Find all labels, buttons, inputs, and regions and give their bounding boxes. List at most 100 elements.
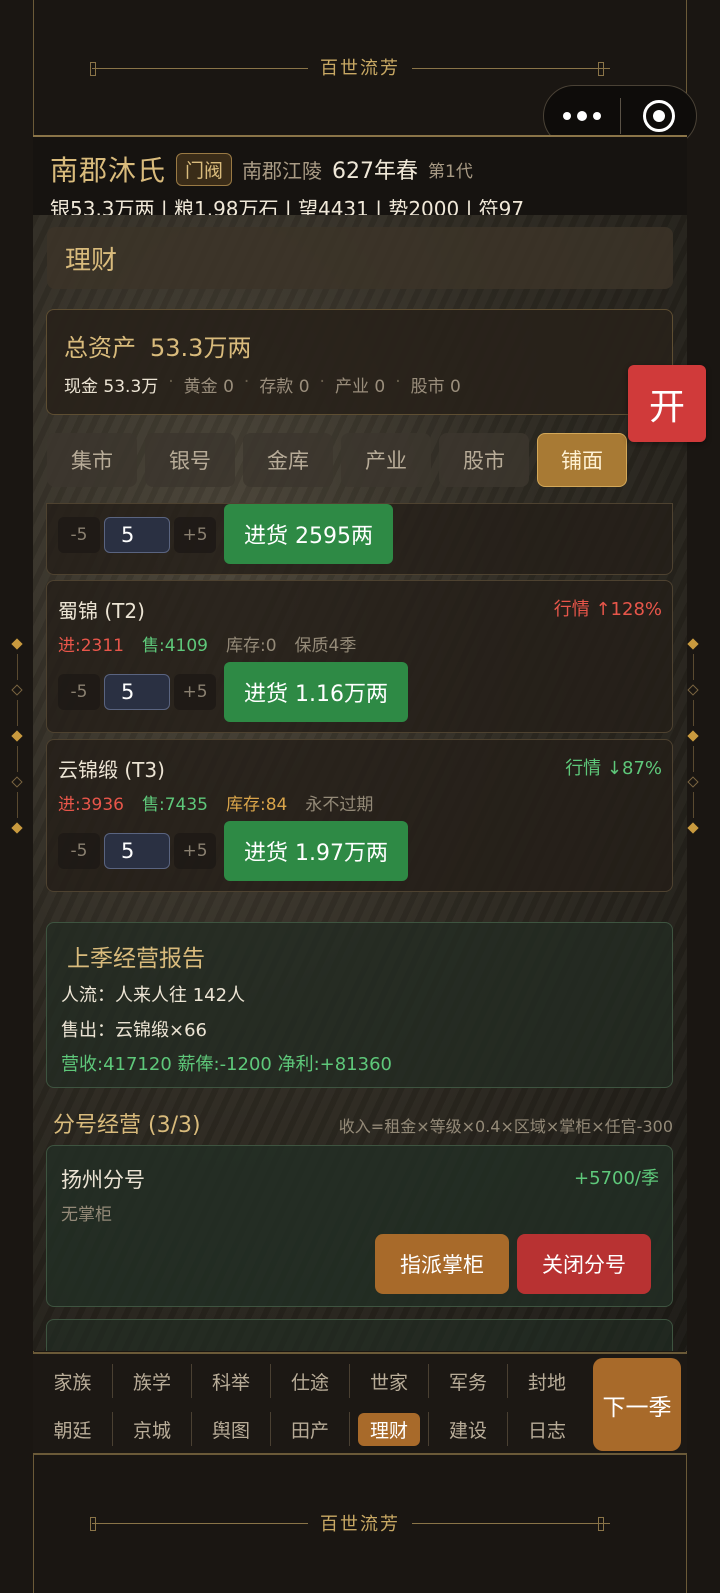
banner-cap-left xyxy=(90,62,96,76)
shop-item-partial: -5 5 +5 进货 2595两 xyxy=(46,503,673,575)
quantity-stepper: -5 5 +5 xyxy=(58,517,216,553)
branch-manager: 无掌柜 xyxy=(61,1205,112,1225)
asset-breakdown: 现金 53.3万 · 黄金 0 · 存款 0 · 产业 0 · 股市 0 xyxy=(64,372,461,397)
market-trend: 行情 ↓87% xyxy=(565,758,662,779)
tab-treasury[interactable]: 金库 xyxy=(243,433,333,487)
banner-cap-left xyxy=(90,1517,96,1531)
quantity-input[interactable]: 5 xyxy=(104,674,170,710)
assign-manager-button[interactable]: 指派掌柜 xyxy=(375,1234,509,1294)
market-trend: 行情 ↑128% xyxy=(553,599,662,620)
quantity-stepper: -5 5 +5 xyxy=(58,674,216,710)
branch-card: 扬州分号 +5700/季 无掌柜 指派掌柜 关闭分号 xyxy=(46,1145,673,1307)
asset-cash: 现金 53.3万 xyxy=(64,377,159,397)
current-season: 627年春 xyxy=(332,159,419,184)
shelf-life: 保质4季 xyxy=(294,636,357,656)
tab-market[interactable]: 集市 xyxy=(47,433,137,487)
branch-section-title: 分号经营 (3/3) xyxy=(53,1113,201,1138)
decrease-button[interactable]: -5 xyxy=(58,674,100,710)
nav-military[interactable]: 军务 xyxy=(428,1364,507,1398)
open-button[interactable]: 开 xyxy=(628,365,706,442)
banner-title: 百世流芳 xyxy=(308,1510,412,1536)
nav-fief[interactable]: 封地 xyxy=(507,1364,586,1398)
rank-badge: 门阀 xyxy=(176,152,233,186)
total-assets-value: 53.3万两 xyxy=(150,334,252,362)
section-title: 理财 xyxy=(47,227,673,289)
increase-button[interactable]: +5 xyxy=(174,833,216,869)
home-place: 南郡江陵 xyxy=(242,158,323,183)
branch-section-header: 分号经营 (3/3) 收入=租金×等级×0.4×区域×掌柜×任官-300 xyxy=(53,1107,673,1139)
increase-button[interactable]: +5 xyxy=(174,674,216,710)
item-stats: 进:2311 售:4109 库存:0 保质4季 xyxy=(58,631,356,656)
asset-deposit: 存款 0 xyxy=(259,377,310,397)
decrease-button[interactable]: -5 xyxy=(58,517,100,553)
income-formula: 收入=租金×等级×0.4×区域×掌柜×任官-300 xyxy=(338,1117,673,1136)
left-side-ornament xyxy=(11,638,23,834)
generation-label: 第1代 xyxy=(428,161,473,182)
nav-log[interactable]: 日志 xyxy=(507,1412,586,1446)
shop-item: 蜀锦 (T2) 行情 ↑128% 进:2311 售:4109 库存:0 保质4季… xyxy=(46,580,673,733)
nav-map[interactable]: 舆图 xyxy=(191,1412,270,1446)
nav-row-1: 家族 族学 科举 仕途 世家 军务 封地 xyxy=(33,1364,586,1398)
restock-button[interactable]: 进货 1.97万两 xyxy=(224,821,408,881)
nav-capital[interactable]: 京城 xyxy=(112,1412,191,1446)
finance-tabs: 集市 银号 金库 产业 股市 铺面 xyxy=(47,433,627,487)
banner-cap-right xyxy=(598,1517,604,1531)
report-title: 上季经营报告 xyxy=(67,946,205,972)
sell-price: 售:4109 xyxy=(142,636,208,656)
nav-row-2: 朝廷 京城 舆图 田产 理财 建设 日志 xyxy=(33,1412,586,1446)
close-branch-button[interactable]: 关闭分号 xyxy=(517,1234,651,1294)
item-name: 蜀锦 (T2) xyxy=(58,599,145,623)
item-stats: 进:3936 售:7435 库存:84 永不过期 xyxy=(58,790,373,815)
branch-card-partial xyxy=(46,1319,673,1351)
tab-stock[interactable]: 股市 xyxy=(439,433,529,487)
nav-farmland[interactable]: 田产 xyxy=(270,1412,349,1446)
family-name: 南郡沐氏 xyxy=(50,154,167,187)
asset-gold: 黄金 0 xyxy=(183,377,234,397)
tab-bank[interactable]: 银号 xyxy=(145,433,235,487)
more-menu-icon[interactable] xyxy=(544,110,620,121)
banner-cap-right xyxy=(598,62,604,76)
stock-count: 库存:0 xyxy=(226,636,277,656)
stock-count: 库存:84 xyxy=(226,795,288,815)
next-season-button[interactable]: 下一季 xyxy=(593,1358,681,1451)
increase-button[interactable]: +5 xyxy=(174,517,216,553)
buy-price: 进:2311 xyxy=(58,636,124,656)
asset-stocks: 股市 0 xyxy=(410,377,461,397)
nav-exam[interactable]: 科举 xyxy=(191,1364,270,1398)
nav-clans[interactable]: 世家 xyxy=(349,1364,428,1398)
nav-family[interactable]: 家族 xyxy=(33,1364,112,1398)
nav-court[interactable]: 朝廷 xyxy=(33,1412,112,1446)
quantity-input[interactable]: 5 xyxy=(104,517,170,553)
nav-finance[interactable]: 理财 xyxy=(349,1412,428,1446)
report-summary: 营收:417120 薪俸:-1200 净利:+81360 xyxy=(61,1054,392,1075)
decrease-button[interactable]: -5 xyxy=(58,833,100,869)
nav-school[interactable]: 族学 xyxy=(112,1364,191,1398)
close-miniprogram-button[interactable] xyxy=(621,100,696,132)
right-side-ornament xyxy=(687,638,699,834)
family-header: 南郡沐氏 门阀 南郡江陵 627年春 第1代 银53.3万两 | 粮1.98万石… xyxy=(33,135,687,221)
asset-property: 产业 0 xyxy=(334,377,386,397)
target-icon xyxy=(642,100,675,132)
quantity-input[interactable]: 5 xyxy=(104,833,170,869)
season-report-card: 上季经营报告 人流：人来人往 142人 售出：云锦缎×66 营收:417120 … xyxy=(46,922,673,1088)
branch-name: 扬州分号 xyxy=(61,1168,145,1192)
banner-title: 百世流芳 xyxy=(308,54,412,80)
bottom-navigation: 家族 族学 科举 仕途 世家 军务 封地 朝廷 京城 舆图 田产 理财 建设 日… xyxy=(33,1352,687,1455)
item-name: 云锦缎 (T3) xyxy=(58,758,165,782)
report-sold: 售出：云锦缎×66 xyxy=(61,1020,207,1041)
tab-shop[interactable]: 铺面 xyxy=(537,433,627,487)
finance-panel[interactable]: 理财 总资产 53.3万两 现金 53.3万 · 黄金 0 · 存款 0 · 产业… xyxy=(33,215,687,1351)
branch-income: +5700/季 xyxy=(574,1168,659,1189)
quantity-stepper: -5 5 +5 xyxy=(58,833,216,869)
tab-property[interactable]: 产业 xyxy=(341,433,431,487)
buy-price: 进:3936 xyxy=(58,795,124,815)
shop-item: 云锦缎 (T3) 行情 ↓87% 进:3936 售:7435 库存:84 永不过… xyxy=(46,739,673,892)
nav-career[interactable]: 仕途 xyxy=(270,1364,349,1398)
sell-price: 售:7435 xyxy=(142,795,208,815)
report-traffic: 人流：人来人往 142人 xyxy=(61,985,246,1006)
shelf-life: 永不过期 xyxy=(305,795,374,815)
restock-button[interactable]: 进货 2595两 xyxy=(224,504,393,564)
restock-button[interactable]: 进货 1.16万两 xyxy=(224,662,408,722)
nav-construction[interactable]: 建设 xyxy=(428,1412,507,1446)
total-assets-label: 总资产 xyxy=(64,334,136,362)
